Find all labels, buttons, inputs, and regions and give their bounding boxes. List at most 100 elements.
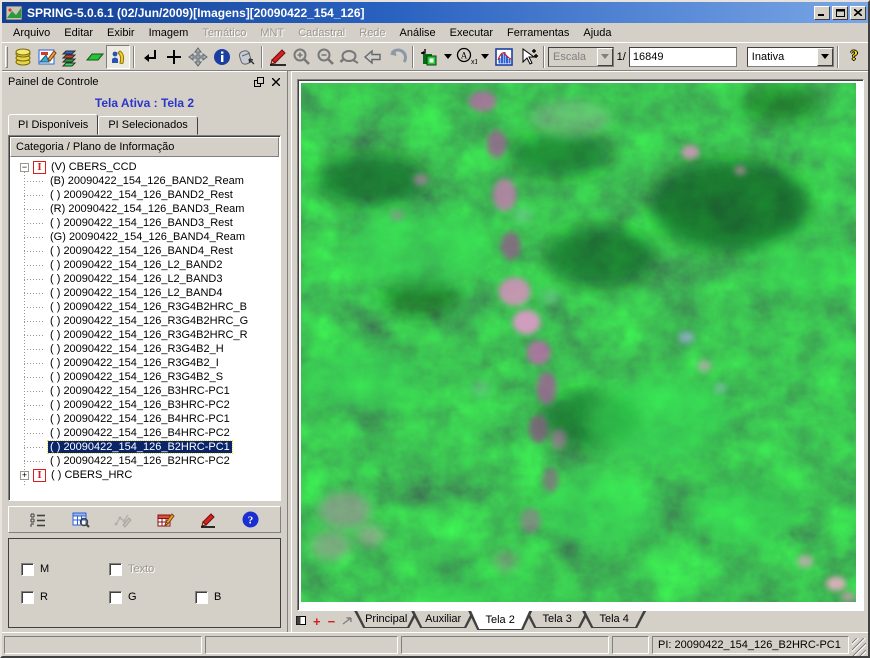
checkbox-box[interactable] [109, 591, 122, 604]
screen-tab-tela-4[interactable]: Tela 4 [582, 611, 646, 628]
tree-item[interactable]: ( ) 20090422_154_126_B3HRC-PC1 [9, 384, 280, 398]
tree-item-label[interactable]: ( ) 20090422_154_126_R3G4B2HRC_B [48, 301, 249, 313]
resize-grip[interactable] [852, 638, 866, 656]
tree-item[interactable]: ( ) 20090422_154_126_B4HRC-PC1 [9, 412, 280, 426]
add-screen-icon[interactable]: + [313, 617, 321, 627]
checkbox-box[interactable] [21, 563, 34, 576]
tree-item-label[interactable]: ( ) 20090422_154_126_B4HRC-PC1 [48, 413, 232, 425]
checkbox-box[interactable] [21, 591, 34, 604]
tree-item[interactable]: ( ) 20090422_154_126_R3G4B2_S [9, 370, 280, 384]
cursor-plus-icon[interactable] [516, 45, 540, 69]
minimize-button[interactable] [814, 6, 830, 20]
tree-item-label[interactable]: ( ) 20090422_154_126_B2HRC-PC2 [48, 455, 232, 467]
tree-item[interactable]: (G) 20090422_154_126_BAND4_Ream [9, 230, 280, 244]
menu-item-imagem[interactable]: Imagem [142, 24, 196, 42]
scale-input[interactable] [629, 47, 737, 67]
checkbox-g[interactable]: G [109, 585, 195, 609]
menu-item-ajuda[interactable]: Ajuda [576, 24, 618, 42]
tree-item[interactable]: ( ) 20090422_154_126_R3G4B2HRC_B [9, 300, 280, 314]
tree-item-label[interactable]: ( ) 20090422_154_126_BAND2_Rest [48, 189, 235, 201]
tree-item-label[interactable]: (V) CBERS_CCD [49, 161, 139, 173]
graph-edit-icon[interactable] [110, 509, 136, 531]
tree-item[interactable]: ( ) 20090422_154_126_BAND3_Rest [9, 216, 280, 230]
back-arrow-icon[interactable] [361, 45, 385, 69]
screen-tab-label[interactable]: Tela 3 [526, 611, 588, 627]
menu-item-executar[interactable]: Executar [443, 24, 500, 42]
title-bar[interactable]: SPRING-5.0.6.1 (02/Jun/2009)[Imagens][20… [2, 2, 868, 23]
tree-item[interactable]: (B) 20090422_154_126_BAND2_Ream [9, 174, 280, 188]
select-person-icon[interactable] [106, 45, 130, 69]
pan-icon[interactable] [186, 45, 210, 69]
tree-item[interactable]: ( ) 20090422_154_126_R3G4B2HRC_R [9, 328, 280, 342]
pointer-arrow-icon[interactable] [342, 616, 353, 628]
tree-item[interactable]: ( ) 20090422_154_126_B2HRC-PC1 [9, 440, 280, 454]
satellite-image[interactable] [301, 83, 856, 602]
tree-item-label[interactable]: ( ) 20090422_154_126_L2_BAND3 [48, 273, 224, 285]
tree-item[interactable]: ( ) 20090422_154_126_L2_BAND3 [9, 272, 280, 286]
tree-header[interactable]: Categoria / Plano de Informação [10, 137, 279, 157]
legend-list-icon[interactable] [25, 509, 51, 531]
tree-item-label[interactable]: ( ) 20090422_154_126_L2_BAND2 [48, 259, 224, 271]
remove-screen-icon[interactable]: − [328, 617, 336, 627]
tree-item-label[interactable]: ( ) 20090422_154_126_BAND3_Rest [48, 217, 235, 229]
tree-item-label[interactable]: ( ) 20090422_154_126_R3G4B2HRC_G [48, 315, 250, 327]
tree-item-label[interactable]: ( ) 20090422_154_126_B4HRC-PC2 [48, 427, 232, 439]
tree-item-label[interactable]: (B) 20090422_154_126_BAND2_Ream [48, 175, 246, 187]
crosshair-icon[interactable] [162, 45, 186, 69]
scale-dropdown-icon[interactable] [478, 45, 492, 69]
composition-dropdown-icon[interactable] [441, 45, 455, 69]
float-panel-icon[interactable] [252, 76, 266, 89]
database-icon[interactable] [11, 45, 35, 69]
screen-tab-principal[interactable]: Principal [354, 611, 418, 628]
toolbar-handle[interactable] [5, 46, 8, 68]
edit-pencil-icon[interactable] [266, 45, 290, 69]
tree-item[interactable]: ( ) 20090422_154_126_B4HRC-PC2 [9, 426, 280, 440]
plane-icon[interactable] [83, 45, 107, 69]
maximize-button[interactable] [832, 6, 848, 20]
close-panel-icon[interactable] [269, 76, 283, 89]
panel-help-icon[interactable]: ? [238, 509, 264, 531]
zoom-window-icon[interactable] [337, 45, 361, 69]
screen-tab-auxiliar[interactable]: Auxiliar [411, 611, 475, 628]
menu-item-exibir[interactable]: Exibir [100, 24, 142, 42]
screen-tab-label[interactable]: Tela 4 [583, 611, 645, 627]
screen-tab-label[interactable]: Principal [355, 611, 417, 627]
tree-item-label[interactable]: ( ) 20090422_154_126_R3G4B2_S [48, 371, 225, 383]
mode-combo[interactable]: Inativa [747, 47, 835, 67]
composition-icon[interactable] [417, 45, 441, 69]
tree-item-label[interactable]: ( ) 20090422_154_126_R3G4B2_I [48, 357, 221, 369]
tab-pi-disponiveis[interactable]: PI Disponíveis [8, 114, 98, 135]
table-zoom-icon[interactable] [68, 509, 94, 531]
tree-item[interactable]: ( ) 20090422_154_126_R3G4B2_I [9, 356, 280, 370]
tree-item[interactable]: ( ) 20090422_154_126_R3G4B2HRC_G [9, 314, 280, 328]
corner-arrow-icon[interactable] [138, 45, 162, 69]
tree-item-label[interactable]: (R) 20090422_154_126_BAND3_Ream [48, 203, 246, 215]
menu-item-editar[interactable]: Editar [57, 24, 100, 42]
window-box-icon[interactable] [296, 616, 306, 628]
layers-icon[interactable] [59, 45, 83, 69]
scale-1x-icon[interactable]: Ax1 [455, 45, 479, 69]
menu-item-ferramentas[interactable]: Ferramentas [500, 24, 576, 42]
close-button[interactable] [850, 6, 866, 20]
table-edit-icon[interactable] [153, 509, 179, 531]
tree-item[interactable]: ( ) 20090422_154_126_L2_BAND2 [9, 258, 280, 272]
tree-item[interactable]: −I(V) CBERS_CCD [9, 160, 280, 174]
tab-pi-selecionados[interactable]: PI Selecionados [98, 116, 198, 135]
edit-model-icon[interactable] [35, 45, 59, 69]
mode-combo-arrow[interactable] [817, 48, 833, 66]
tree-item-label[interactable]: ( ) 20090422_154_126_L2_BAND4 [48, 287, 224, 299]
tree-item[interactable]: ( ) 20090422_154_126_BAND2_Rest [9, 188, 280, 202]
tree-item[interactable]: (R) 20090422_154_126_BAND3_Ream [9, 202, 280, 216]
info-icon[interactable] [210, 45, 234, 69]
tree-item-label[interactable]: ( ) CBERS_HRC [49, 469, 134, 481]
tree-item-label[interactable]: ( ) 20090422_154_126_B3HRC-PC1 [48, 385, 232, 397]
undo-icon[interactable] [385, 45, 409, 69]
tree-item[interactable]: ( ) 20090422_154_126_R3G4B2_H [9, 342, 280, 356]
checkbox-r[interactable]: R [21, 585, 109, 609]
tree-item-label[interactable]: (G) 20090422_154_126_BAND4_Ream [48, 231, 247, 243]
mouse-icon[interactable] [234, 45, 258, 69]
checkbox-b[interactable]: B [195, 585, 280, 609]
screen-tab-tela-3[interactable]: Tela 3 [525, 611, 589, 628]
expand-icon[interactable]: + [20, 471, 29, 480]
screen-tab-tela-2[interactable]: Tela 2 [468, 611, 532, 630]
